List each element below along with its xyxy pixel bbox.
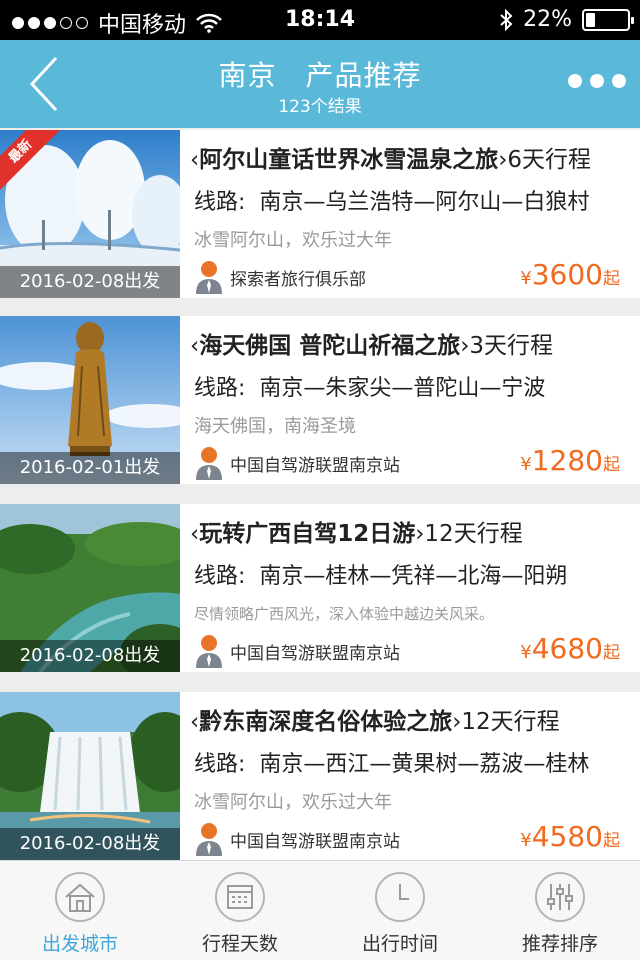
agency-avatar-icon: [196, 823, 222, 856]
product-title: ‹玩转广西自驾12日游›12天行程: [190, 521, 523, 547]
currency-symbol: ¥: [520, 454, 532, 475]
product-route: 线路: 南京—乌兰浩特—阿尔山—白狼村: [194, 184, 634, 216]
agency-name: 中国自驾游联盟南京站: [230, 643, 400, 664]
price-value: 4680: [531, 632, 603, 665]
agency-name: 探索者旅行俱乐部: [230, 269, 366, 290]
route-label: 线路:: [194, 190, 246, 215]
trip-days: 12天行程: [424, 521, 523, 547]
price-value: 1280: [531, 444, 603, 477]
route-label: 线路:: [194, 376, 246, 401]
product-thumbnail: 2016-02-08出发: [0, 692, 180, 860]
agency-avatar-icon: [196, 261, 222, 294]
price-suffix: 起: [603, 455, 620, 475]
battery-icon: [582, 8, 634, 31]
product-card[interactable]: 最新 2016-02-08出发 ‹阿尔山童话世界冰雪温泉之旅›6天行程 线路: 南…: [0, 130, 640, 298]
product-price: ¥4580起: [520, 820, 620, 853]
currency-symbol: ¥: [520, 642, 532, 663]
product-title: ‹黔东南深度名俗体验之旅›12天行程: [190, 709, 560, 735]
product-thumbnail: 2016-02-08出发: [0, 504, 180, 672]
departure-date: 2016-02-01出发: [0, 452, 180, 484]
nav-bar: 南京 产品推荐 123个结果: [0, 40, 640, 128]
price-value: 3600: [531, 258, 603, 291]
agency-name: 中国自驾游联盟南京站: [230, 455, 400, 476]
departure-date: 2016-02-08出发: [0, 640, 180, 672]
route-text: 南京—西江—黄果树—荔波—桂林: [259, 752, 590, 777]
more-dot-icon: [568, 74, 582, 88]
result-count: 123个结果: [278, 97, 362, 117]
departure-date: 2016-02-08出发: [0, 828, 180, 860]
trip-days: 6天行程: [507, 147, 592, 173]
price-suffix: 起: [603, 643, 620, 663]
tab-trip-days[interactable]: 行程天数: [160, 861, 320, 960]
clock-icon: [375, 872, 425, 922]
trip-days: 3天行程: [469, 333, 554, 359]
currency-symbol: ¥: [520, 830, 532, 851]
more-dot-icon: [612, 74, 626, 88]
product-name: 海天佛国 普陀山祈福之旅: [199, 333, 461, 359]
agency: 中国自驾游联盟南京站: [194, 822, 400, 856]
more-dot-icon: [590, 74, 604, 88]
product-description: 冰雪阿尔山，欢乐过大年: [194, 230, 392, 251]
agency: 探索者旅行俱乐部: [194, 260, 366, 294]
bluetooth-icon: [500, 8, 513, 31]
trip-days: 12天行程: [461, 709, 560, 735]
product-description: 海天佛国，南海圣境: [194, 416, 356, 437]
tab-bar: 出发城市 行程天数 出行时间 推荐排序: [0, 860, 640, 960]
product-price: ¥3600起: [520, 258, 620, 291]
tab-label: 出行时间: [361, 933, 438, 955]
route-text: 南京—乌兰浩特—阿尔山—白狼村: [259, 190, 590, 215]
product-price: ¥1280起: [520, 444, 620, 477]
route-label: 线路:: [194, 564, 246, 589]
price-value: 4580: [531, 820, 603, 853]
departure-date: 2016-02-08出发: [0, 266, 180, 298]
currency-symbol: ¥: [520, 268, 532, 289]
product-thumbnail: 最新 2016-02-08出发: [0, 130, 180, 298]
product-card[interactable]: 2016-02-08出发 ‹黔东南深度名俗体验之旅›12天行程 线路: 南京—西江…: [0, 692, 640, 860]
tab-departure-city[interactable]: 出发城市: [0, 861, 160, 960]
agency-name: 中国自驾游联盟南京站: [230, 831, 400, 852]
product-name: 黔东南深度名俗体验之旅: [199, 709, 453, 735]
agency: 中国自驾游联盟南京站: [194, 634, 400, 668]
product-title: ‹阿尔山童话世界冰雪温泉之旅›6天行程: [190, 147, 592, 173]
tab-travel-time[interactable]: 出行时间: [320, 861, 480, 960]
price-suffix: 起: [603, 831, 620, 851]
agency-avatar-icon: [196, 447, 222, 480]
battery-percent: 22%: [523, 7, 572, 32]
tab-label: 行程天数: [201, 933, 278, 955]
product-card[interactable]: 2016-02-08出发 ‹玩转广西自驾12日游›12天行程 线路: 南京—桂林—…: [0, 504, 640, 672]
calendar-icon: [215, 872, 265, 922]
sliders-icon: [535, 872, 585, 922]
status-bar: 中国移动 18:14 22%: [0, 0, 640, 40]
status-right: 22%: [499, 7, 634, 32]
more-button[interactable]: [568, 74, 626, 88]
product-name: 阿尔山童话世界冰雪温泉之旅: [199, 147, 499, 173]
product-card[interactable]: 2016-02-01出发 ‹海天佛国 普陀山祈福之旅›3天行程 线路: 南京—朱家…: [0, 316, 640, 484]
tab-recommended-sort[interactable]: 推荐排序: [480, 861, 640, 960]
page-title: 南京 产品推荐: [218, 59, 422, 92]
route-text: 南京—朱家尖—普陀山—宁波: [259, 376, 546, 401]
product-route: 线路: 南京—西江—黄果树—荔波—桂林: [194, 746, 634, 778]
product-route: 线路: 南京—桂林—凭祥—北海—阳朔: [194, 558, 634, 590]
route-label: 线路:: [194, 752, 246, 777]
product-title: ‹海天佛国 普陀山祈福之旅›3天行程: [190, 333, 554, 359]
product-price: ¥4680起: [520, 632, 620, 665]
tab-label: 出发城市: [41, 933, 118, 955]
price-suffix: 起: [603, 269, 620, 289]
product-route: 线路: 南京—朱家尖—普陀山—宁波: [194, 370, 634, 402]
product-description: 尽情领略广西风光，深入体验中越边关风采。: [194, 605, 495, 623]
product-name: 玩转广西自驾12日游: [199, 521, 416, 547]
agency: 中国自驾游联盟南京站: [194, 446, 400, 480]
tab-label: 推荐排序: [521, 933, 598, 955]
product-thumbnail: 2016-02-01出发: [0, 316, 180, 484]
agency-avatar-icon: [196, 635, 222, 668]
route-text: 南京—桂林—凭祥—北海—阳朔: [259, 564, 568, 589]
product-description: 冰雪阿尔山，欢乐过大年: [194, 792, 392, 813]
house-icon: [55, 872, 105, 922]
